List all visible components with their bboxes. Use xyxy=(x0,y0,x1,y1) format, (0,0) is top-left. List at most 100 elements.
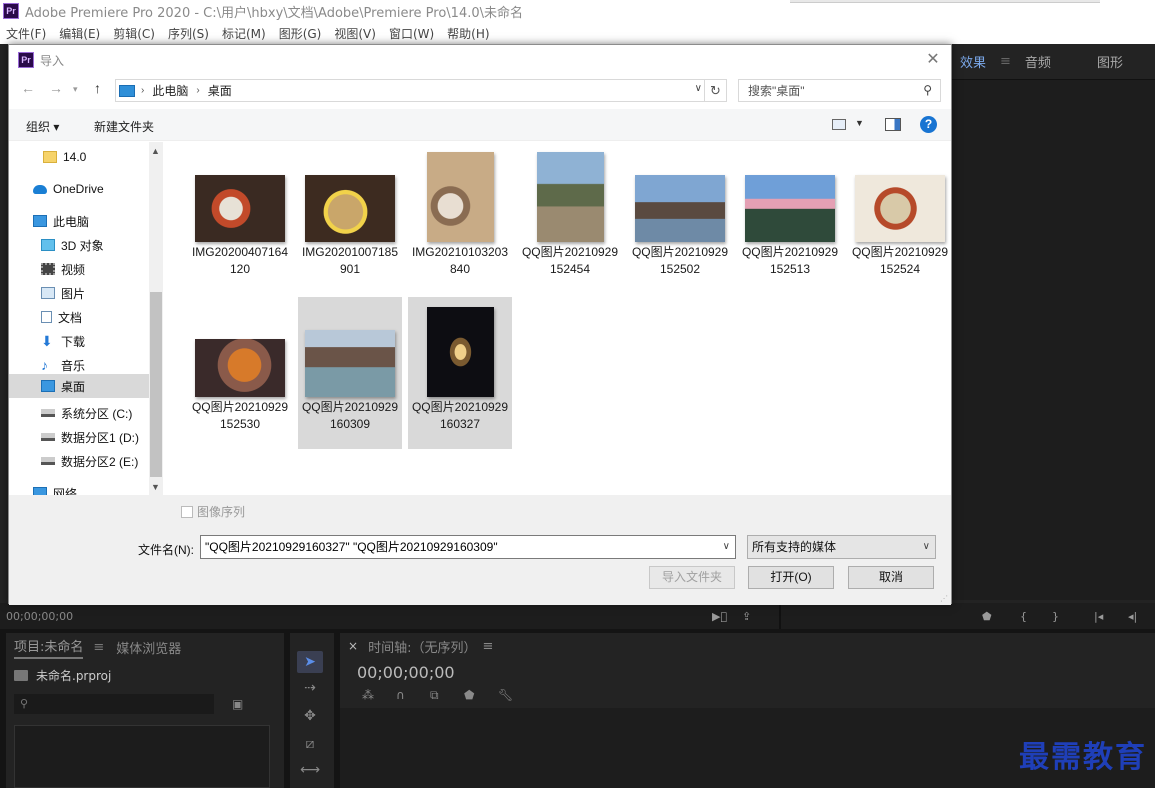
file-item-selected[interactable]: QQ图片20210929160309 xyxy=(298,297,402,449)
menu-sequence[interactable]: 序列(S) xyxy=(168,25,209,42)
back-arrow-icon[interactable]: ← xyxy=(21,80,35,96)
selection-tool-icon[interactable]: ➤ xyxy=(297,651,323,673)
tree-item-label: 音乐 xyxy=(61,358,86,373)
tree-item-videos[interactable]: 视频 xyxy=(9,258,149,280)
recent-dropdown-icon[interactable]: ▾ xyxy=(73,84,78,95)
timeline-menu-icon[interactable]: ≡ xyxy=(482,639,493,654)
tree-item-pictures[interactable]: 图片 xyxy=(9,282,149,304)
chevron-down-icon[interactable]: ∨ xyxy=(923,536,930,558)
file-item[interactable]: QQ图片20210929152502 xyxy=(628,142,732,294)
tree-item-onedrive[interactable]: OneDrive xyxy=(9,178,149,200)
workspace-menu-icon[interactable]: ≡ xyxy=(1000,54,1011,69)
file-item[interactable]: IMG20201007185901 xyxy=(298,142,402,294)
tree-item-drive-d[interactable]: 数据分区1 (D:) xyxy=(9,426,149,448)
menu-edit[interactable]: 编辑(E) xyxy=(59,25,100,42)
checkbox[interactable] xyxy=(181,505,193,518)
open-button[interactable]: 打开(O) xyxy=(748,566,834,589)
file-item[interactable]: QQ图片20210929152513 xyxy=(738,142,842,294)
download-icon: ⬇ xyxy=(41,333,53,349)
wrench-icon[interactable]: 🔧︎ xyxy=(498,688,513,702)
tree-item-3d-objects[interactable]: 3D 对象 xyxy=(9,234,149,256)
image-sequence-checkbox[interactable]: 图像序列 xyxy=(181,503,245,520)
project-search-input[interactable]: ⚲ xyxy=(14,694,214,714)
address-bar[interactable]: › 此电脑 › 桌面 ∨ ↻ xyxy=(115,79,727,102)
preview-pane-icon[interactable] xyxy=(885,118,901,131)
scrollbar-thumb[interactable] xyxy=(150,292,162,477)
track-select-tool-icon[interactable]: ⇢ xyxy=(297,677,323,699)
add-marker-icon[interactable]: ⬟ xyxy=(464,688,474,702)
file-item[interactable]: QQ图片20210929152454 xyxy=(518,142,622,294)
tab-media-browser[interactable]: 媒体浏览器 xyxy=(116,638,181,657)
chevron-right-icon[interactable]: › xyxy=(141,85,144,96)
menu-file[interactable]: 文件(F) xyxy=(6,25,46,42)
tree-item-drive-c[interactable]: 系统分区 (C:) xyxy=(9,402,149,424)
file-name: QQ图片20210929152502 xyxy=(631,245,729,276)
file-item[interactable]: QQ图片20210929152524 xyxy=(848,142,952,294)
razor-tool-icon[interactable]: ⧄ xyxy=(297,733,323,755)
insert-icon[interactable]: ▶⃞ xyxy=(712,610,727,623)
chevron-right-icon[interactable]: › xyxy=(196,85,199,96)
search-input[interactable]: 搜索"桌面" ⚲ xyxy=(738,79,941,102)
scroll-down-icon[interactable]: ▼ xyxy=(151,482,160,492)
forward-arrow-icon[interactable]: → xyxy=(49,80,63,96)
help-icon[interactable]: ? xyxy=(920,116,937,133)
tree-item-desktop[interactable]: 桌面 xyxy=(9,374,149,398)
new-folder-button[interactable]: 新建文件夹 xyxy=(94,118,154,135)
refresh-icon[interactable]: ↻ xyxy=(704,80,726,101)
tree-item-this-pc[interactable]: 此电脑 xyxy=(9,210,149,232)
mark-in-icon[interactable]: { xyxy=(1020,610,1027,623)
slip-tool-icon[interactable]: ⟷ xyxy=(297,759,323,781)
organize-button[interactable]: 组织 ▾ xyxy=(26,118,59,135)
breadcrumb-this-pc[interactable]: 此电脑 xyxy=(152,82,188,99)
tab-project[interactable]: 项目:未命名 xyxy=(14,636,84,659)
view-options-icon[interactable] xyxy=(832,119,846,130)
close-timeline-icon[interactable]: × xyxy=(348,639,358,653)
chevron-down-icon[interactable]: ∨ xyxy=(723,536,730,558)
menu-help[interactable]: 帮助(H) xyxy=(447,25,489,42)
tab-graphics[interactable]: 图形 xyxy=(1097,52,1123,71)
tree-item-14[interactable]: 14.0 xyxy=(9,146,149,168)
menu-graphics[interactable]: 图形(G) xyxy=(279,25,322,42)
menu-marker[interactable]: 标记(M) xyxy=(222,25,266,42)
close-icon[interactable]: ✕ xyxy=(921,49,945,69)
cancel-button[interactable]: 取消 xyxy=(848,566,934,589)
menu-window[interactable]: 窗口(W) xyxy=(389,25,434,42)
export-frame-icon[interactable]: ⇪ xyxy=(742,610,751,623)
nest-icon[interactable]: ⁂ xyxy=(362,688,374,702)
filename-input[interactable]: "QQ图片20210929160327" "QQ图片20210929160309… xyxy=(200,535,736,559)
ripple-edit-tool-icon[interactable]: ✥ xyxy=(297,705,323,727)
tree-item-network[interactable]: 网络 xyxy=(9,482,149,495)
chevron-down-icon[interactable]: ▼ xyxy=(855,118,864,128)
file-item[interactable]: IMG20210103203840 xyxy=(408,142,512,294)
linked-selection-icon[interactable]: ⧉ xyxy=(430,688,439,703)
file-name: QQ图片20210929152524 xyxy=(851,245,949,276)
tree-item-drive-e[interactable]: 数据分区2 (E:) xyxy=(9,450,149,472)
menu-view[interactable]: 视图(V) xyxy=(334,25,376,42)
marker-icon[interactable]: ⬟ xyxy=(982,610,992,623)
breadcrumb-desktop[interactable]: 桌面 xyxy=(208,82,232,99)
mark-out-icon[interactable]: } xyxy=(1052,610,1059,623)
tree-item-downloads[interactable]: ⬇ 下载 xyxy=(9,330,149,352)
project-menu-icon[interactable]: ≡ xyxy=(93,640,104,655)
resize-grip-icon[interactable]: ⋰ xyxy=(940,594,948,603)
up-arrow-icon[interactable]: ↑ xyxy=(94,80,101,96)
tab-audio[interactable]: 音频 xyxy=(1025,52,1051,71)
navigation-tree: 14.0 OneDrive 此电脑 3D 对象 视频 图片 文档 ⬇ 下载 ♪ … xyxy=(9,142,149,495)
scroll-up-icon[interactable]: ▲ xyxy=(151,146,160,156)
tab-effects[interactable]: 效果 xyxy=(960,52,986,71)
snap-icon[interactable]: ∩ xyxy=(396,688,405,702)
file-item-selected[interactable]: QQ图片20210929160327 xyxy=(408,297,512,449)
file-item[interactable]: IMG20200407164120 xyxy=(188,142,292,294)
import-folder-button[interactable]: 导入文件夹 xyxy=(649,566,735,589)
tree-item-documents[interactable]: 文档 xyxy=(9,306,149,328)
menu-clip[interactable]: 剪辑(C) xyxy=(113,25,155,42)
new-bin-icon[interactable]: ▣ xyxy=(232,697,243,711)
file-item[interactable]: QQ图片20210929152530 xyxy=(188,297,292,449)
file-type-select[interactable]: 所有支持的媒体 ∨ xyxy=(747,535,936,559)
chevron-down-icon[interactable]: ∨ xyxy=(695,83,702,94)
tree-scrollbar[interactable]: ▲ ▼ xyxy=(149,142,163,495)
tree-item-music[interactable]: ♪ 音乐 xyxy=(9,354,149,376)
step-back-icon[interactable]: ◂| xyxy=(1128,610,1137,623)
go-to-in-icon[interactable]: |◂ xyxy=(1094,610,1103,623)
computer-icon xyxy=(33,215,47,227)
